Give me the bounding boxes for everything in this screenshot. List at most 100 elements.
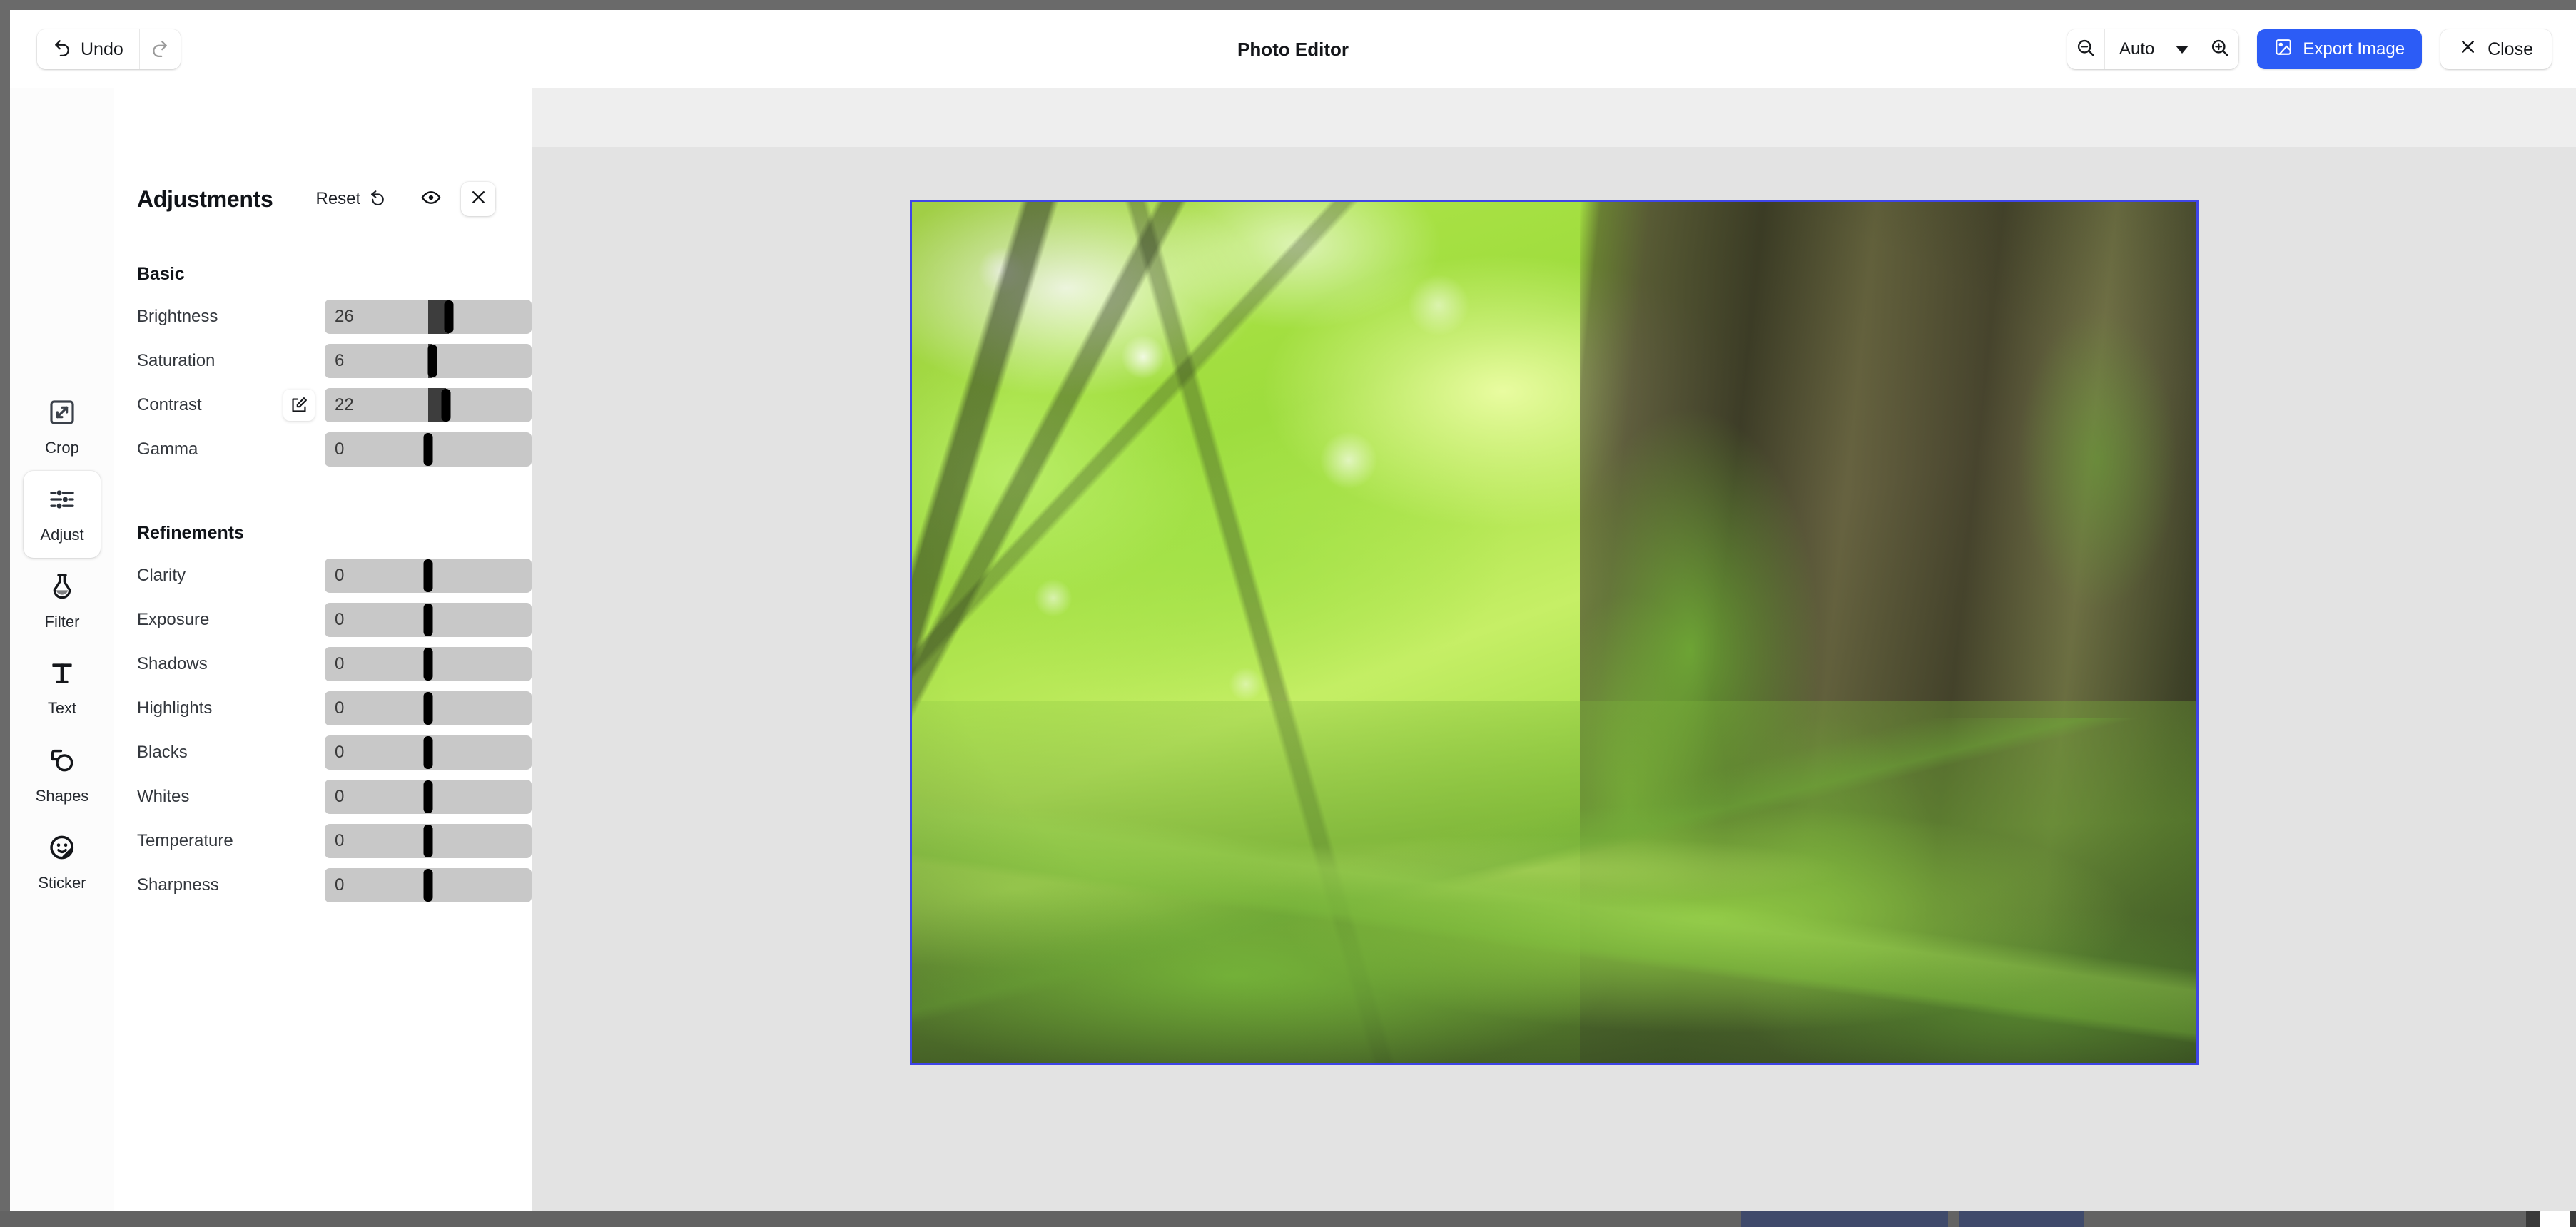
- slider-saturation[interactable]: 6: [325, 344, 532, 378]
- edit-icon-slot-empty: [283, 870, 315, 901]
- slider-thumb[interactable]: [423, 780, 433, 813]
- slider-row-shadows: Shadows 0: [114, 642, 532, 686]
- close-adjustments-panel-button[interactable]: [461, 182, 496, 216]
- adjustments-panel-title: Adjustments: [137, 185, 273, 212]
- slider-value: 0: [335, 698, 345, 718]
- redo-button[interactable]: [138, 29, 181, 69]
- background-bottom-strip: [0, 1211, 2576, 1227]
- photo-selection-frame[interactable]: [910, 200, 2199, 1065]
- flask-icon: [48, 572, 76, 604]
- redo-arrow-icon: [151, 39, 169, 61]
- chevron-down-icon: [2176, 45, 2189, 54]
- tool-rail-item-label: Shapes: [35, 786, 89, 805]
- adjustments-sections: Basic Brightness 26 Saturation 6 Contrast 22 Ga…: [114, 264, 532, 907]
- slider-label: Shadows: [137, 654, 208, 673]
- slider-value: 0: [335, 875, 345, 895]
- editor-body: Crop Adjust Filter Text Shapes Sticker Adjust…: [10, 88, 2576, 1211]
- slider-brightness[interactable]: 26: [325, 300, 532, 334]
- slider-temperature[interactable]: 0: [325, 824, 532, 858]
- canvas-stage[interactable]: [532, 147, 2576, 1211]
- zoom-in-button[interactable]: [2201, 29, 2239, 69]
- slider-thumb[interactable]: [423, 559, 433, 592]
- zoom-control-group: Auto: [2067, 29, 2239, 69]
- slider-row-sharpness: Sharpness 0: [114, 863, 532, 907]
- background-bottom-accent-secondary: [1959, 1211, 2084, 1227]
- close-x-icon: [2459, 38, 2477, 61]
- slider-highlights[interactable]: 0: [325, 691, 532, 725]
- tool-rail-item-filter[interactable]: Filter: [24, 558, 101, 645]
- slider-whites[interactable]: 0: [325, 780, 532, 814]
- tool-rail-item-crop[interactable]: Crop: [24, 384, 101, 471]
- tool-rail-item-label: Sticker: [38, 873, 86, 892]
- slider-value: 22: [335, 395, 354, 414]
- tool-rail-item-label: Filter: [44, 612, 80, 631]
- undo-button[interactable]: Undo: [37, 29, 139, 69]
- sliders-icon: [48, 485, 76, 517]
- slider-gamma[interactable]: 0: [325, 432, 532, 467]
- zoom-level-select[interactable]: Auto: [2104, 29, 2202, 69]
- edit-icon-slot-empty: [283, 604, 315, 636]
- slider-thumb[interactable]: [423, 869, 433, 902]
- slider-label: Whites: [137, 787, 190, 806]
- slider-label: Highlights: [137, 698, 213, 718]
- slider-thumb[interactable]: [427, 345, 437, 377]
- zoom-out-button[interactable]: [2067, 29, 2104, 69]
- tool-rail-item-shapes[interactable]: Shapes: [24, 732, 101, 819]
- export-image-button[interactable]: Export Image: [2257, 29, 2423, 69]
- slider-thumb[interactable]: [444, 300, 454, 333]
- slider-row-highlights: Highlights 0: [114, 686, 532, 730]
- sticker-smiley-icon: [48, 833, 76, 865]
- slider-clarity[interactable]: 0: [325, 559, 532, 593]
- photo-layer-vignette: [912, 202, 2196, 1063]
- slider-blacks[interactable]: 0: [325, 735, 532, 770]
- slider-label: Blacks: [137, 743, 188, 762]
- reset-adjustments-label: Reset: [315, 189, 361, 208]
- slider-value: 0: [335, 566, 345, 585]
- zoom-in-icon: [2210, 38, 2230, 61]
- slider-contrast[interactable]: 22: [325, 388, 532, 422]
- adjustments-panel-header: Adjustments Reset: [114, 178, 532, 220]
- export-image-label: Export Image: [2303, 39, 2405, 58]
- edit-icon-slot-empty: [283, 301, 315, 332]
- canvas-area: [532, 88, 2576, 1211]
- close-editor-label: Close: [2488, 39, 2533, 59]
- slider-row-exposure: Exposure 0: [114, 598, 532, 642]
- slider-thumb[interactable]: [423, 648, 433, 681]
- slider-shadows[interactable]: 0: [325, 647, 532, 681]
- slider-row-whites: Whites 0: [114, 775, 532, 819]
- slider-exposure[interactable]: 0: [325, 603, 532, 637]
- slider-row-saturation: Saturation 6: [114, 339, 532, 383]
- edit-icon-slot-empty: [283, 781, 315, 813]
- reset-adjustments-button[interactable]: Reset: [316, 188, 387, 210]
- slider-thumb[interactable]: [441, 389, 451, 422]
- tool-rail-item-adjust[interactable]: Adjust: [24, 471, 101, 558]
- edit-pencil-icon[interactable]: [283, 390, 315, 421]
- topbar-right-actions: Auto Export Image Close: [2067, 29, 2552, 69]
- text-t-icon: [49, 660, 76, 691]
- tool-rail-item-sticker[interactable]: Sticker: [24, 819, 101, 906]
- slider-thumb[interactable]: [423, 736, 433, 769]
- edit-icon-slot-empty: [283, 560, 315, 591]
- slider-thumb[interactable]: [423, 825, 433, 857]
- slider-label: Temperature: [137, 831, 233, 850]
- close-editor-button[interactable]: Close: [2440, 29, 2552, 69]
- tool-rail: Crop Adjust Filter Text Shapes Sticker: [10, 88, 114, 1211]
- toggle-preview-button[interactable]: [417, 185, 445, 213]
- edit-icon-slot-empty: [283, 434, 315, 465]
- slider-label: Exposure: [137, 610, 210, 629]
- slider-value: 0: [335, 654, 345, 673]
- edit-icon-slot-empty: [283, 825, 315, 857]
- slider-value: 0: [335, 610, 345, 629]
- slider-thumb[interactable]: [423, 604, 433, 636]
- slider-thumb[interactable]: [423, 433, 433, 466]
- edited-photo[interactable]: [912, 202, 2196, 1063]
- slider-row-contrast: Contrast 22: [114, 383, 532, 427]
- slider-row-blacks: Blacks 0: [114, 730, 532, 775]
- tool-rail-item-text[interactable]: Text: [24, 645, 101, 732]
- edit-icon-slot-empty: [283, 737, 315, 768]
- slider-thumb[interactable]: [423, 692, 433, 725]
- slider-sharpness[interactable]: 0: [325, 868, 532, 902]
- section-title-basic: Basic: [137, 264, 185, 284]
- tool-rail-item-label: Adjust: [40, 525, 84, 544]
- reset-rotate-icon: [369, 188, 387, 210]
